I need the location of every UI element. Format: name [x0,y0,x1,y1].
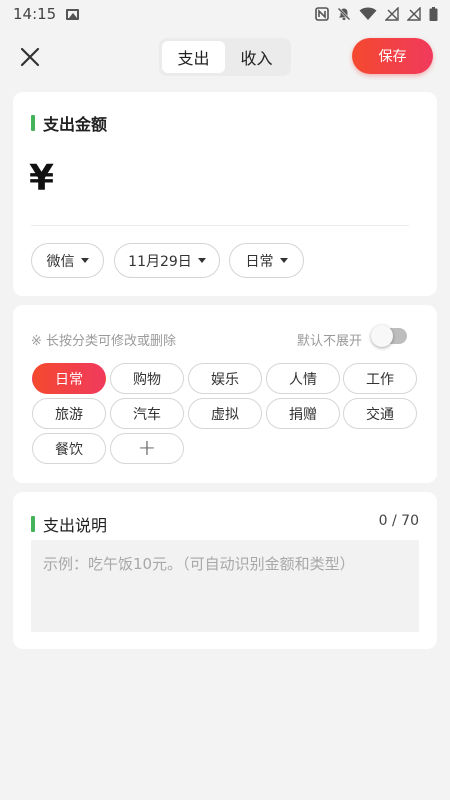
account-select[interactable]: 微信 [31,243,104,278]
type-tabs: 支出 收入 [159,38,291,76]
status-time: 14:15 [13,5,57,23]
category-chip[interactable]: 餐饮 [32,433,106,464]
category-chip[interactable]: 虚拟 [188,398,262,429]
currency-symbol: ¥ [29,158,55,199]
category-select-label: 日常 [245,253,274,270]
section-marker [31,516,35,532]
collapse-toggle-label: 默认不展开 [297,334,363,349]
no-signal-icon [385,7,399,21]
toggle-knob [371,325,393,347]
plus-icon: + [137,435,157,461]
date-select-label: 11月29日 [128,253,192,270]
no-signal-icon [407,7,421,21]
category-chip[interactable]: 日常 [32,363,106,394]
category-chip[interactable]: 娱乐 [188,363,262,394]
mute-icon [337,7,351,21]
image-icon [66,8,80,20]
category-chip[interactable]: 交通 [343,398,417,429]
caret-down-icon [80,258,89,263]
note-card: 支出说明 0 / 70 [13,492,437,649]
caret-down-icon [279,258,288,263]
note-title-label: 支出说明 [43,516,108,535]
nfc-icon [315,7,329,21]
category-chip[interactable]: 购物 [110,363,184,394]
battery-icon [429,7,438,21]
save-button[interactable]: 保存 [352,38,433,74]
amount-card: 支出金额 ¥ 微信 11月29日 日常 [13,92,437,296]
category-hint: ※ 长按分类可修改或删除 [31,334,177,349]
category-chip[interactable]: 汽车 [110,398,184,429]
amount-input[interactable]: ¥ [29,158,54,199]
category-select[interactable]: 日常 [229,243,304,278]
note-input[interactable] [31,540,419,632]
amount-section-title: 支出金额 [31,111,107,135]
caret-down-icon [197,258,206,263]
amount-divider [31,225,409,226]
date-select[interactable]: 11月29日 [114,243,220,278]
category-chip[interactable]: 工作 [343,363,417,394]
category-chip[interactable]: 人情 [266,363,340,394]
status-icons [315,7,438,21]
tab-income[interactable]: 收入 [225,41,288,73]
top-bar: 支出 收入 保存 [0,34,450,80]
add-category-button[interactable]: + [110,433,184,464]
section-marker [31,115,35,131]
account-select-label: 微信 [46,253,75,270]
note-section-title: 支出说明 [31,512,107,536]
status-bar: 14:15 [0,0,450,28]
category-chip[interactable]: 捐赠 [266,398,340,429]
tab-expense[interactable]: 支出 [162,41,225,73]
category-card: ※ 长按分类可修改或删除 默认不展开 日常 购物 娱乐 人情 工作 旅游 汽车 … [13,305,437,483]
collapse-toggle[interactable] [371,325,407,347]
wifi-icon [359,7,377,20]
close-icon[interactable] [17,44,43,70]
amount-title-label: 支出金额 [43,115,108,134]
category-chip[interactable]: 旅游 [32,398,106,429]
char-counter: 0 / 70 [378,513,419,529]
